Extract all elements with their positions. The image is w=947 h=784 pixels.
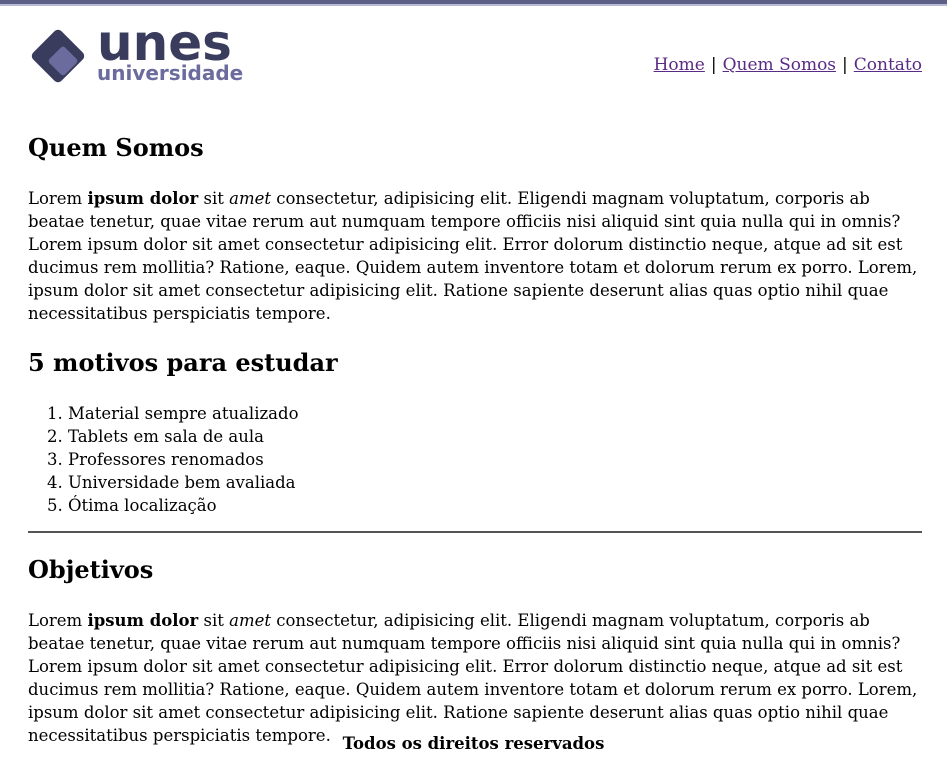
section-goals: Objetivos Lorem ipsum dolor sit amet con… [28, 555, 922, 747]
section-about: Quem Somos Lorem ipsum dolor sit amet co… [28, 133, 922, 325]
section-divider [28, 531, 922, 533]
site-header: unes universidade Home | Quem Somos | Contat… [28, 6, 922, 86]
text-run: consectetur, adipisicing elit. Eligendi … [28, 611, 918, 745]
brand-logo[interactable]: unes universidade [28, 18, 248, 88]
text-run: Lorem [28, 611, 88, 630]
section-reasons: 5 motivos para estudar Material sempre a… [28, 348, 922, 517]
brand-subtitle: universidade [97, 61, 244, 85]
text-italic: amet [229, 611, 272, 630]
text-bold: ipsum dolor [87, 611, 199, 630]
list-item: Ótima localização [68, 494, 922, 517]
section-title-about: Quem Somos [28, 133, 204, 162]
logo-diamond-icon [31, 29, 85, 83]
nav-link-contato[interactable]: Contato [854, 55, 922, 75]
text-run: sit [198, 189, 230, 208]
list-item: Universidade bem avaliada [68, 471, 922, 494]
nav-separator: | [842, 55, 848, 75]
text-run: sit [198, 611, 230, 630]
text-run: consectetur, adipisicing elit. Eligendi … [28, 189, 918, 323]
section-title-reasons: 5 motivos para estudar [28, 348, 338, 377]
site-footer: Todos os direitos reservados [342, 734, 605, 753]
page-content: unes universidade Home | Quem Somos | Contat… [0, 6, 947, 747]
nav-separator: | [710, 55, 717, 75]
section-text-goals: Lorem ipsum dolor sit amet consectetur, … [28, 609, 922, 747]
section-text-about: Lorem ipsum dolor sit amet consectetur, … [28, 187, 922, 325]
nav-link-quem-somos[interactable]: Quem Somos [723, 55, 836, 75]
nav-link-home[interactable]: Home [654, 55, 705, 75]
reasons-list: Material sempre atualizado Tablets em sa… [28, 402, 922, 517]
section-title-goals: Objetivos [28, 555, 154, 584]
text-run: Lorem [28, 189, 88, 208]
main-nav: Home | Quem Somos | Contato [654, 54, 922, 76]
text-bold: ipsum dolor [87, 189, 199, 208]
list-item: Tablets em sala de aula [68, 425, 922, 448]
list-item: Professores renomados [68, 448, 922, 471]
text-italic: amet [229, 189, 272, 208]
list-item: Material sempre atualizado [68, 402, 922, 425]
